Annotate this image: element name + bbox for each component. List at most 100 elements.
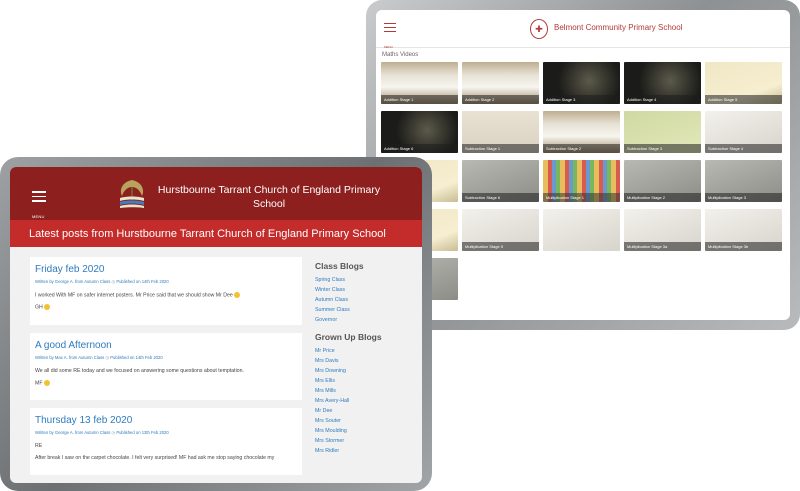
grown-up-blog-link[interactable]: Mrs Ellis (315, 378, 422, 388)
video-caption: Multiplication Stage 5 (462, 242, 539, 251)
grown-up-blog-link[interactable]: Mrs Davis (315, 358, 422, 368)
video-tile[interactable]: Addition Stage 4 (624, 62, 701, 104)
front-school-title[interactable]: Hurstbourne Tarrant Church of England Pr… (156, 183, 382, 211)
device-showcase: MENU ✚ Belmont Community Primary School … (0, 0, 800, 491)
class-blog-link[interactable]: Governor (315, 317, 422, 327)
back-tablet-screen: MENU ✚ Belmont Community Primary School … (376, 10, 790, 320)
post-card: A good Afternoon Written by Max A. from A… (30, 332, 302, 401)
post-meta: Written by George A. from Autumn Class ◷… (35, 279, 169, 284)
class-blog-link[interactable]: Spring Class (315, 277, 422, 287)
video-tile[interactable]: Addition Stage 5 (705, 62, 782, 104)
sidebar: Class Blogs Spring Class Winter Class Autu… (315, 261, 422, 458)
post-date: Published on 13th Feb 2020 (116, 430, 169, 436)
grown-up-blog-link[interactable]: Mrs Souter (315, 418, 422, 428)
post-card: Friday feb 2020 Written by George A. from… (30, 257, 302, 325)
class-blog-link[interactable]: Winter Class (315, 287, 422, 297)
video-caption: Multiplication Stage 3b (705, 242, 782, 251)
video-tile[interactable]: Subtraction Stage 2 (543, 111, 620, 153)
video-tile[interactable]: Multiplication Stage 1 (543, 160, 620, 202)
back-school-title[interactable]: Belmont Community Primary School (554, 23, 682, 32)
video-caption: Addition Stage 3 (543, 95, 620, 104)
post-body: I worked With MF on safer internet poste… (35, 292, 296, 298)
video-tile[interactable]: Multiplication Stage 5 (462, 209, 539, 251)
post-signoff: GH (35, 304, 296, 311)
class-blog-link[interactable]: Autumn Class (315, 297, 422, 307)
back-menu-button[interactable]: MENU (384, 23, 396, 53)
crest-icon: ✚ (535, 23, 543, 34)
video-tile[interactable]: Subtraction Stage 3 (624, 111, 701, 153)
video-tile[interactable]: Subtraction Stage 6 (462, 160, 539, 202)
video-tile[interactable]: Multiplication Stage 2 (624, 160, 701, 202)
video-caption: Addition Stage 6 (381, 144, 458, 153)
class-blog-link[interactable]: Summer Class (315, 307, 422, 317)
video-caption: Multiplication Stage 1 (543, 193, 620, 202)
front-header: MENU Hurstbourne Tarrant Church of Engla… (10, 167, 422, 220)
front-tablet: MENU Hurstbourne Tarrant Church of Engla… (0, 157, 432, 491)
post-author[interactable]: Written by Max A. from Autumn Class (35, 355, 104, 360)
video-caption: Addition Stage 2 (462, 95, 539, 104)
video-tile[interactable]: Multiplication Stage 3 (705, 160, 782, 202)
grown-up-blog-link[interactable]: Mrs Downing (315, 368, 422, 378)
video-caption: Multiplication Stage 2 (624, 193, 701, 202)
belmont-logo[interactable]: ✚ (530, 19, 548, 39)
video-caption: Subtraction Stage 4 (705, 144, 782, 153)
menu-icon (32, 191, 46, 193)
maths-videos-heading: Maths Videos (382, 52, 419, 58)
grown-up-blog-link[interactable]: Mrs Stormer (315, 438, 422, 448)
latest-posts-banner: Latest posts from Hurstbourne Tarrant Ch… (10, 220, 422, 247)
post-author[interactable]: Written by George A. from Autumn Class (35, 279, 110, 284)
grown-up-blog-link[interactable]: Mr Price (315, 348, 422, 358)
post-author[interactable]: Written by George A. from Autumn Class (35, 430, 110, 435)
grown-up-blog-link[interactable]: Mrs Ridler (315, 448, 422, 458)
grown-up-blog-link[interactable]: Mr Dee (315, 408, 422, 418)
video-caption: Addition Stage 4 (624, 95, 701, 104)
video-caption: Addition Stage 1 (381, 95, 458, 104)
post-meta: Written by George A. from Autumn Class ◷… (35, 430, 169, 436)
front-menu-label: MENU (32, 213, 45, 219)
video-caption: Addition Stage 5 (705, 95, 782, 104)
video-caption: Subtraction Stage 6 (462, 193, 539, 202)
video-tile[interactable]: Addition Stage 6 (381, 111, 458, 153)
grown-up-blog-link[interactable]: Mrs Avery-Hall (315, 398, 422, 408)
class-blogs-list: Spring Class Winter Class Autumn Class Summ… (315, 277, 422, 327)
grown-up-blog-link[interactable]: Mrs Moulding (315, 428, 422, 438)
grown-up-blogs-list: Mr Price Mrs Davis Mrs Downing Mrs Ellis Mrs… (315, 348, 422, 458)
video-caption: Subtraction Stage 3 (624, 144, 701, 153)
menu-icon (384, 23, 396, 24)
emoji-icon (43, 379, 50, 386)
post-body: We all did some RE today and we focused … (35, 367, 244, 374)
post-title[interactable]: A good Afternoon (35, 340, 296, 351)
back-menu-label: MENU (384, 45, 393, 49)
emoji-icon (44, 304, 51, 311)
video-tile[interactable]: Multiplication Stage 3a (624, 209, 701, 251)
video-grid: Addition Stage 1 Addition Stage 2 Addition… (381, 62, 782, 300)
video-caption: Subtraction Stage 1 (462, 144, 539, 153)
video-tile[interactable]: Multiplication Stage 3b (705, 209, 782, 251)
video-tile[interactable]: Subtraction Stage 4 (705, 111, 782, 153)
video-tile[interactable] (543, 209, 620, 251)
front-tablet-screen: MENU Hurstbourne Tarrant Church of Engla… (10, 167, 422, 483)
post-body: RE (35, 443, 43, 450)
grown-up-blog-link[interactable]: Mrs Mills (315, 388, 422, 398)
post-title[interactable]: Friday feb 2020 (35, 264, 296, 275)
grown-up-blogs-heading: Grown Up Blogs (315, 332, 382, 342)
post-card: Thursday 13 feb 2020 Written by George A.… (30, 408, 302, 476)
video-tile[interactable]: Addition Stage 3 (543, 62, 620, 104)
video-tile[interactable]: Addition Stage 2 (462, 62, 539, 104)
video-caption: Multiplication Stage 3a (624, 242, 701, 251)
post-signoff: MF (35, 379, 296, 386)
emoji-icon (234, 292, 241, 298)
posts-list: Friday feb 2020 Written by George A. from… (30, 257, 302, 483)
post-title[interactable]: Thursday 13 feb 2020 (35, 415, 296, 426)
video-tile[interactable]: Subtraction Stage 1 (462, 111, 539, 153)
post-signoff: After break I saw on the carpet chocolat… (35, 455, 275, 462)
post-date: Published on 14th Feb 2020 (110, 354, 163, 360)
school-crest-logo[interactable] (114, 176, 150, 212)
post-meta: Written by Max A. from Autumn Class ◷ Pu… (35, 354, 163, 360)
post-date: Published on 14th Feb 2020 (116, 279, 169, 284)
front-menu-button[interactable]: MENU (32, 191, 46, 223)
video-tile[interactable]: Addition Stage 1 (381, 62, 458, 104)
class-blogs-heading: Class Blogs (315, 261, 364, 271)
back-header: MENU ✚ Belmont Community Primary School (376, 10, 790, 49)
video-caption: Subtraction Stage 2 (543, 144, 620, 153)
